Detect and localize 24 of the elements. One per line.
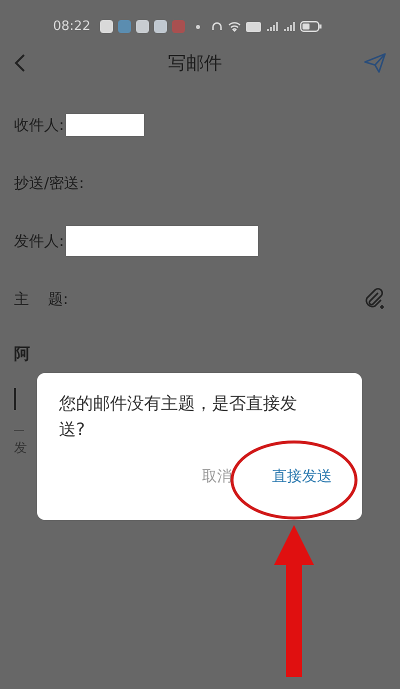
battery-icon [300,21,322,32]
field-label: 发件人: [14,230,64,252]
signal-icon [283,21,296,32]
back-icon[interactable] [14,53,26,73]
dialog-message: 您的邮件没有主题，是否直接发送? [59,393,298,442]
cancel-button[interactable]: 取消 [202,465,232,488]
app-notification-icon [136,20,150,33]
text-cursor [14,388,16,410]
wifi-icon [228,21,242,32]
headphones-icon [211,20,224,32]
app-notification-icon [154,20,168,33]
hd-icon [246,22,262,32]
send-icon[interactable] [364,53,386,73]
app-notification-icon [118,20,132,33]
field-label: 收件人: [14,114,64,136]
signal-icon [266,21,278,32]
field-label: 主 题: [14,288,68,310]
field-label: 抄送/密送: [14,172,84,194]
page-title: 写邮件 [168,52,222,76]
app-notification-icon [172,20,186,33]
status-time: 08:22 [53,18,90,36]
app-notification-icon [100,20,114,33]
send-directly-button[interactable]: 直接发送 [272,465,332,488]
body-text: 阿 [14,343,30,365]
